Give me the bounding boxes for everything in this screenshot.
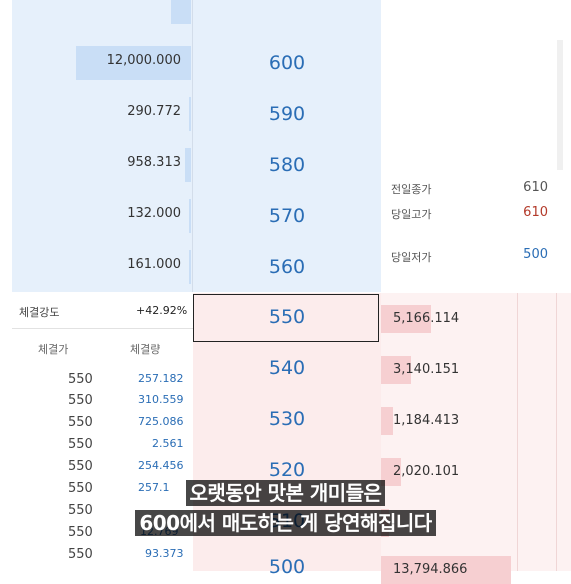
ask-price[interactable]: 570 (193, 205, 381, 227)
ask-row[interactable]: 12,000.000 (12, 38, 193, 89)
trade-price: 550 (68, 547, 93, 562)
ask-volume: 12,000.000 (106, 53, 181, 68)
trade-volume: 310.559 (138, 393, 184, 406)
ask-volume-bar (189, 250, 191, 284)
ask-row[interactable]: 958.313 (12, 140, 193, 191)
ask-price[interactable]: 560 (193, 256, 381, 278)
subtitle-line-2: 600에서 매도하는 게 당연해집니다 (0, 507, 571, 536)
subtitle-line-1: 오랫동안 맛본 개미들은 (0, 477, 571, 506)
ask-volume-column: 12,000.000 290.772 958.313 132.000 161.0… (12, 0, 193, 292)
prev-close-label: 전일종가 (391, 183, 432, 196)
divider (12, 328, 193, 329)
trade-price: 550 (68, 372, 93, 387)
ask-row[interactable]: 161.000 (12, 242, 193, 293)
bid-price[interactable]: 550 (193, 306, 381, 328)
ask-row[interactable]: 290.772 (12, 89, 193, 140)
bid-price[interactable]: 540 (193, 357, 381, 379)
day-high-label: 당일고가 (391, 208, 432, 221)
day-high-value: 610 (523, 205, 548, 220)
trade-price: 550 (68, 459, 93, 474)
trade-price: 550 (68, 415, 93, 430)
trade-volume: 257.182 (138, 372, 184, 385)
trade-volume: 254.456 (138, 459, 184, 472)
day-low-label: 당일저가 (391, 251, 432, 264)
bid-volume[interactable]: 1,184.413 (393, 413, 459, 428)
ask-row[interactable] (12, 0, 193, 33)
trade-volume: 93.373 (145, 547, 184, 560)
ask-volume: 132.000 (127, 206, 181, 221)
bid-price[interactable]: 500 (193, 556, 381, 578)
day-low-value: 500 (523, 247, 548, 262)
bid-volume[interactable]: 5,166.114 (393, 311, 459, 326)
bid-volume-bar (381, 407, 393, 435)
ask-price[interactable]: 600 (193, 52, 381, 74)
ask-price[interactable]: 590 (193, 103, 381, 125)
scroll-indicator (557, 40, 563, 170)
strength-label: 체결강도 (19, 306, 60, 319)
trade-volume-header: 체결량 (130, 343, 161, 356)
ask-volume: 958.313 (127, 155, 181, 170)
ask-price[interactable]: 580 (193, 154, 381, 176)
ask-volume-bar (189, 199, 191, 233)
trade-volume: 2.561 (152, 437, 184, 450)
ask-volume: 161.000 (127, 257, 181, 272)
ask-volume-bar (185, 148, 191, 182)
strength-value: +42.92% (136, 304, 188, 317)
trade-price-header: 체결가 (38, 343, 69, 356)
bid-price[interactable]: 530 (193, 408, 381, 430)
trade-price: 550 (68, 437, 93, 452)
ask-volume: 290.772 (127, 104, 181, 119)
ask-volume-bar (189, 97, 191, 131)
ask-volume-bar (171, 0, 191, 24)
trade-volume: 725.086 (138, 415, 184, 428)
ask-row[interactable]: 132.000 (12, 191, 193, 242)
prev-close-value: 610 (523, 180, 548, 195)
bid-volume[interactable]: 13,794.866 (393, 562, 467, 577)
trade-price: 550 (68, 393, 93, 408)
bid-volume[interactable]: 3,140.151 (393, 362, 459, 377)
